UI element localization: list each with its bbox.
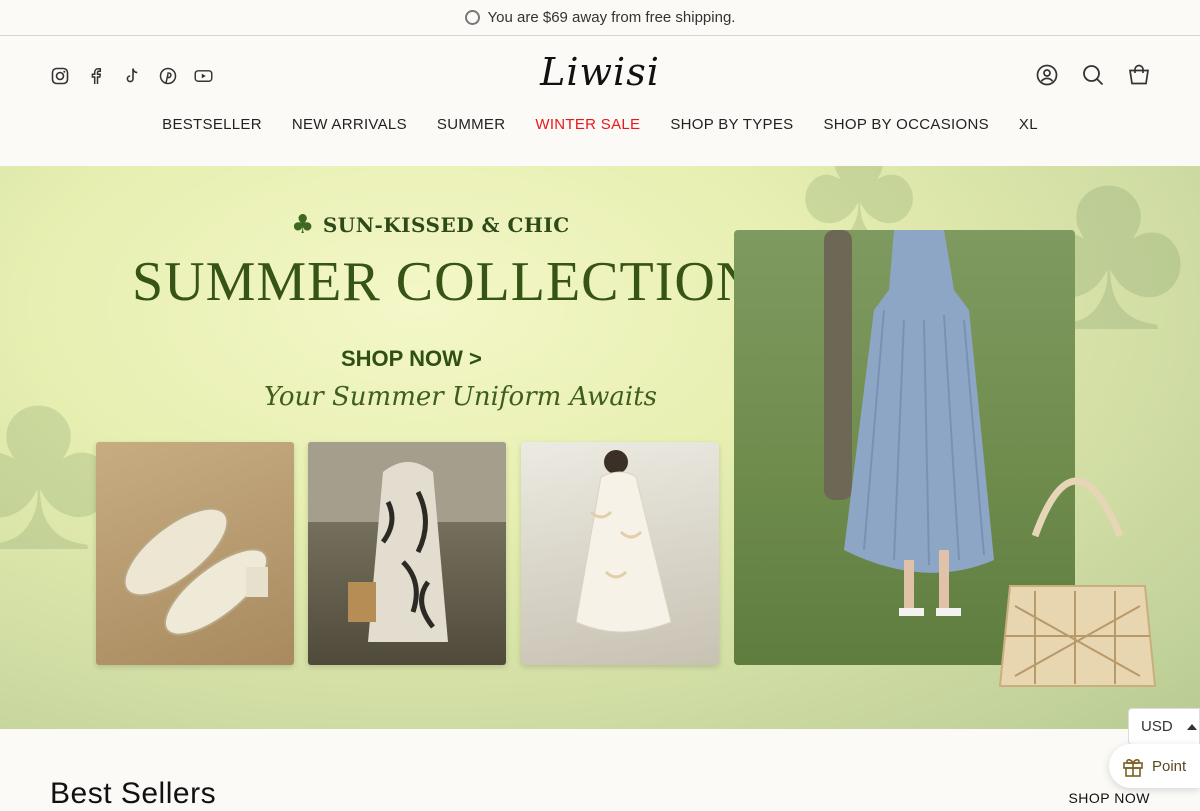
main-navigation: BESTSELLER NEW ARRIVALS SUMMER WINTER SA…: [0, 116, 1200, 133]
nav-winter-sale[interactable]: WINTER SALE: [535, 116, 640, 133]
nav-shop-by-occasions[interactable]: SHOP BY OCCASIONS: [823, 116, 988, 133]
product-image-floral-dress[interactable]: [308, 442, 506, 665]
youtube-icon[interactable]: [194, 66, 213, 85]
rewards-launcher[interactable]: Point: [1109, 744, 1200, 788]
search-icon[interactable]: [1082, 64, 1104, 86]
nav-shop-by-types[interactable]: SHOP BY TYPES: [670, 116, 793, 133]
currency-value: USD: [1141, 718, 1173, 735]
hero-script-subtitle: Your Summer Uniform Awaits: [264, 382, 658, 412]
product-image-shoes[interactable]: [96, 442, 294, 665]
facebook-icon[interactable]: [86, 66, 105, 85]
nav-summer[interactable]: SUMMER: [437, 116, 505, 133]
account-icon[interactable]: [1036, 64, 1058, 86]
social-links: [50, 66, 213, 85]
header-tools: [1036, 64, 1150, 86]
section-title: Best Sellers: [50, 777, 217, 810]
caret-up-icon: [1186, 723, 1197, 730]
currency-selector[interactable]: USD: [1128, 708, 1200, 745]
site-header: Liwisi BESTSELLER NEW ARRIVALS SUMMER WI…: [0, 36, 1200, 166]
nav-new-arrivals[interactable]: NEW ARRIVALS: [292, 116, 407, 133]
hero-banner[interactable]: ♣ ♣ ♣ ♣ SUN-KISSED & CHIC SUMMER COLLECT…: [0, 166, 1200, 729]
tiktok-icon[interactable]: [122, 66, 141, 85]
cart-icon[interactable]: [1128, 64, 1150, 86]
announcement-text: You are $69 away from free shipping.: [487, 9, 736, 26]
woven-bag-image[interactable]: [995, 446, 1160, 696]
hero-tagline-text: SUN-KISSED & CHIC: [322, 213, 570, 237]
hero-tagline: ♣ SUN-KISSED & CHIC: [291, 210, 570, 240]
hero-shop-now-button[interactable]: SHOP NOW >: [341, 346, 482, 372]
section-shop-now-link[interactable]: SHOP NOW: [1068, 790, 1150, 806]
gift-icon: [1123, 759, 1143, 777]
blue-dress-figure: [844, 230, 994, 616]
nav-xl[interactable]: XL: [1019, 116, 1038, 133]
product-image-white-dress[interactable]: [521, 442, 719, 665]
palm-tree-icon: ♣: [291, 210, 315, 240]
nav-bestseller[interactable]: BESTSELLER: [162, 116, 262, 133]
instagram-icon[interactable]: [50, 66, 69, 85]
announcement-bar: You are $69 away from free shipping.: [0, 0, 1200, 36]
brand-logo[interactable]: Liwisi: [540, 50, 660, 94]
circle-progress-icon: [464, 10, 480, 25]
hero-title: SUMMER COLLECTION: [132, 251, 758, 313]
pinterest-icon[interactable]: [158, 66, 177, 85]
rewards-label: Point: [1152, 757, 1187, 775]
